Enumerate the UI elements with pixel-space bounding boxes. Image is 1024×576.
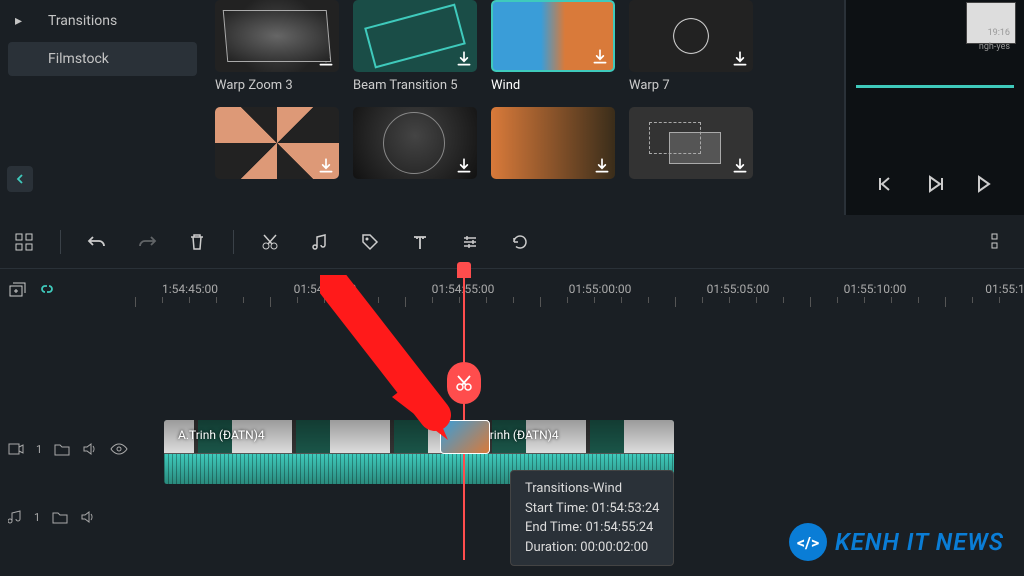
download-icon[interactable]	[731, 50, 749, 68]
music-icon[interactable]	[306, 228, 334, 256]
adjust-icon[interactable]	[456, 228, 484, 256]
tooltip-start: Start Time: 01:54:53:24	[525, 499, 659, 519]
transitions-gallery: Warp Zoom 3 Beam Transition 5 Wind Warp …	[205, 0, 844, 215]
apps-icon[interactable]	[10, 228, 38, 256]
time-mark: 01:55:05:00	[707, 282, 770, 296]
preview-time: 19:16	[988, 28, 1010, 38]
visibility-icon[interactable]	[110, 442, 128, 456]
folder-icon[interactable]	[54, 442, 70, 456]
watermark-logo-icon: </>	[789, 523, 827, 561]
separator	[233, 230, 234, 254]
time-mark: 01:55:00:00	[569, 282, 632, 296]
refresh-icon[interactable]	[506, 228, 534, 256]
download-icon[interactable]	[731, 157, 749, 175]
tag-icon[interactable]	[356, 228, 384, 256]
download-icon[interactable]	[593, 157, 611, 175]
thumb-label: Wind	[491, 78, 615, 93]
tooltip-end: End Time: 01:54:55:24	[525, 518, 659, 538]
download-icon[interactable]	[455, 50, 473, 68]
thumb-shutter[interactable]	[215, 107, 339, 179]
download-icon[interactable]	[317, 157, 335, 175]
track-number: 1	[36, 443, 42, 456]
track-number: 1	[34, 511, 40, 524]
more-icon[interactable]	[986, 228, 1014, 256]
thumb-blur[interactable]	[491, 107, 615, 179]
separator	[60, 230, 61, 254]
video-track-icon	[8, 442, 24, 456]
time-ruler[interactable]: 1:54:45:00 01:54:50:00 01:54:55:00 01:55…	[135, 269, 1024, 309]
timeline: 1:54:45:00 01:54:50:00 01:54:55:00 01:55…	[0, 269, 1024, 309]
time-mark: 01:55:1	[985, 282, 1024, 296]
download-icon[interactable]	[455, 157, 473, 175]
clip-name: A.Trinh (ĐATN)4	[178, 428, 265, 442]
time-mark: 1:54:45:00	[162, 282, 218, 296]
time-mark: 01:55:10:00	[844, 282, 907, 296]
download-icon[interactable]	[317, 50, 335, 68]
play-pause-icon[interactable]	[924, 173, 946, 195]
undo-icon[interactable]	[83, 228, 111, 256]
thumb-beam-transition-5[interactable]	[353, 0, 477, 72]
transition-tooltip: Transitions-Wind Start Time: 01:54:53:24…	[510, 470, 674, 566]
watermark-text: KENH IT NEWS	[835, 528, 1004, 556]
collapse-sidebar-button[interactable]	[7, 166, 33, 192]
redo-icon[interactable]	[133, 228, 161, 256]
thumb-overlap[interactable]	[629, 107, 753, 179]
link-icon[interactable]	[38, 281, 56, 299]
preview-progress[interactable]	[856, 85, 1014, 88]
thumb-warp-zoom-3[interactable]	[215, 0, 339, 72]
thumb-label: Warp Zoom 3	[215, 78, 339, 93]
thumb-warp-7[interactable]	[629, 0, 753, 72]
watermark: </> KENH IT NEWS	[789, 523, 1004, 561]
text-icon[interactable]	[406, 228, 434, 256]
sidebar-label: Transitions	[48, 13, 117, 29]
tooltip-title: Transitions-Wind	[525, 479, 659, 499]
prev-frame-icon[interactable]	[875, 173, 897, 195]
thumb-sphere[interactable]	[353, 107, 477, 179]
thumb-label: Warp 7	[629, 78, 753, 93]
mute-icon[interactable]	[80, 510, 96, 524]
delete-icon[interactable]	[183, 228, 211, 256]
sidebar-label: Filmstock	[48, 51, 109, 67]
thumb-label: Beam Transition 5	[353, 78, 477, 93]
next-frame-icon[interactable]	[973, 173, 995, 195]
chevron-right-icon: ▸	[15, 13, 22, 29]
mute-icon[interactable]	[82, 442, 98, 456]
thumb-wind[interactable]	[491, 0, 615, 72]
timeline-toolbar	[0, 215, 1024, 269]
annotation-arrow	[320, 275, 470, 445]
tooltip-duration: Duration: 00:00:02:00	[525, 538, 659, 558]
preview-name: ngh-yes	[979, 42, 1010, 52]
add-track-button[interactable]	[8, 281, 26, 299]
preview-panel: 19:16 ngh-yes	[844, 0, 1024, 215]
download-icon[interactable]	[591, 48, 609, 66]
audio-track-icon	[8, 510, 22, 524]
sidebar-item-filmstock[interactable]: Filmstock	[8, 42, 197, 76]
folder-icon[interactable]	[52, 510, 68, 524]
sidebar-item-transitions[interactable]: ▸ Transitions	[8, 4, 197, 38]
cut-icon[interactable]	[256, 228, 284, 256]
